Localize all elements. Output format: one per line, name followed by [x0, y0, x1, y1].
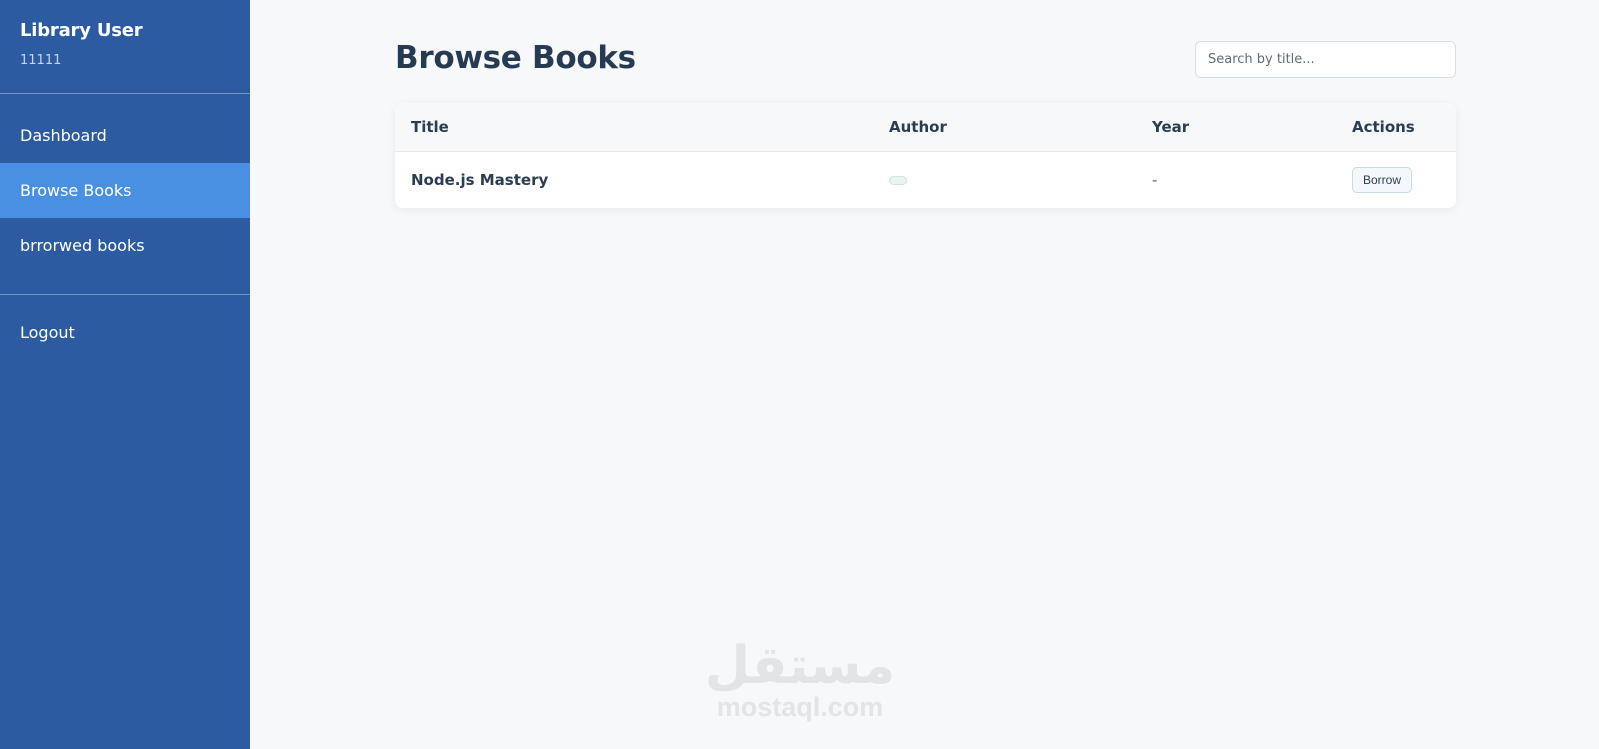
books-table: Title Author Year Actions Node.js Master…	[395, 103, 1456, 208]
sidebar: Library User 11111 Dashboard Browse Book…	[0, 0, 250, 749]
column-header-year: Year	[1152, 118, 1190, 136]
app: Library User 11111 Dashboard Browse Book…	[0, 0, 1599, 749]
borrow-button[interactable]: Borrow	[1352, 167, 1413, 193]
sidebar-header: Library User 11111	[0, 0, 250, 94]
book-title: Node.js Mastery	[411, 171, 549, 189]
user-id: 11111	[20, 53, 62, 68]
main-content: Browse Books Title Author Year Actions N…	[250, 0, 1599, 749]
column-header-title: Title	[411, 118, 449, 136]
table-header: Title Author Year Actions	[395, 103, 1456, 152]
book-year: -	[1152, 171, 1158, 189]
sidebar-item-borrowed-books[interactable]: brrorwed books	[0, 218, 250, 273]
actions-cell: Borrow	[1352, 152, 1413, 208]
column-header-author: Author	[889, 118, 947, 136]
watermark-logo: مستقل mostaql.com	[703, 640, 897, 722]
watermark-arabic: مستقل	[704, 636, 896, 696]
author-cell	[889, 152, 907, 208]
user-name: Library User	[20, 20, 143, 41]
page-title: Browse Books	[395, 40, 636, 76]
column-header-actions: Actions	[1352, 118, 1415, 136]
sidebar-divider	[0, 294, 250, 295]
table-row: Node.js Mastery - Borrow	[395, 152, 1456, 208]
watermark-latin: mostaql.com	[716, 692, 884, 722]
search-input[interactable]	[1195, 41, 1456, 78]
sidebar-nav: Dashboard Browse Books brrorwed books	[0, 94, 250, 273]
logout-button[interactable]: Logout	[0, 305, 250, 360]
sidebar-item-dashboard[interactable]: Dashboard	[0, 108, 250, 163]
sidebar-item-browse-books[interactable]: Browse Books	[0, 163, 250, 218]
author-badge	[889, 175, 907, 185]
